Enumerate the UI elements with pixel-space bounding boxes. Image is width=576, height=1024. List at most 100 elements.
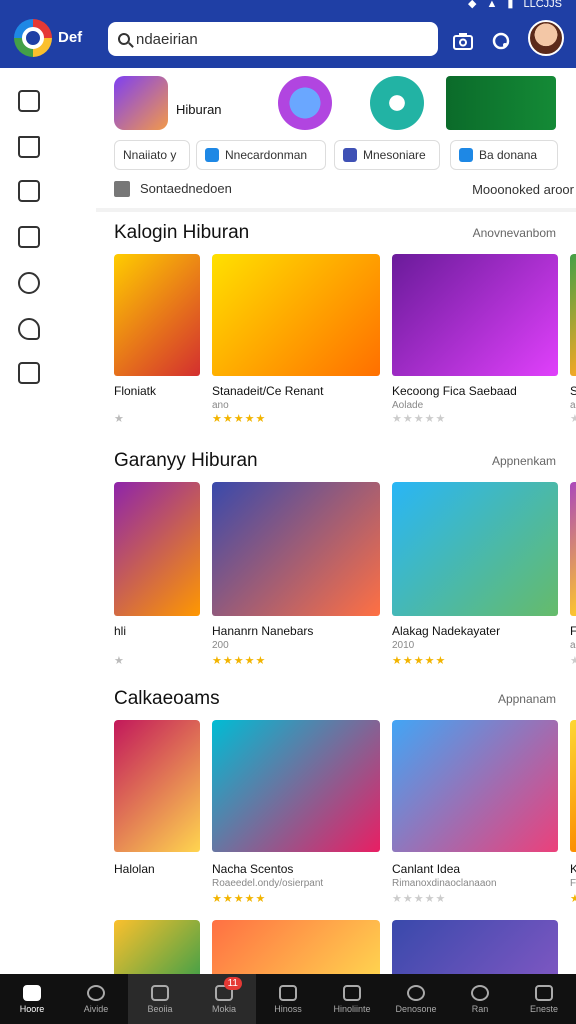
- game-icon: [151, 984, 169, 1001]
- game-rating: ★★★★★: [392, 413, 447, 425]
- circle-icon: [471, 984, 489, 1001]
- section-title: Garanyy Hiburan: [114, 450, 258, 471]
- game-card[interactable]: [392, 920, 558, 974]
- side-nav: [0, 68, 60, 974]
- person-icon: [343, 984, 361, 1001]
- game-card[interactable]: Canlant Idea Rimanoxdinaoclanaaon ★★★★★: [392, 720, 558, 916]
- featured-avatar-image[interactable]: [114, 76, 168, 130]
- section-3: Calkaeoams Appnanam Halolan Nacha Scento…: [96, 688, 576, 974]
- tab-label: Hinoss: [274, 1003, 302, 1014]
- chip-label: Ba donana: [479, 148, 538, 162]
- filter-chips: Nnaiiato y Nnecardonman Mnesoniare Ba do…: [114, 140, 574, 170]
- tab-home[interactable]: Hoore: [0, 974, 64, 1024]
- tab-3[interactable]: Mokia 11: [192, 974, 256, 1024]
- section-more-link[interactable]: Appnenkam: [492, 454, 556, 468]
- info-icon: [87, 984, 105, 1001]
- game-title: Kecoong Fica Saebaad: [392, 384, 517, 398]
- chip-0[interactable]: Nnaiiato y: [114, 140, 190, 170]
- game-thumbnail: [114, 254, 200, 376]
- game-rating: ★★★★★: [212, 413, 267, 425]
- game-card-partial[interactable]: K F ★: [570, 720, 576, 916]
- game-thumbnail: [212, 254, 380, 376]
- signal-icon: ▲: [486, 0, 498, 10]
- battery-icon: ▮: [507, 0, 514, 10]
- tab-2[interactable]: Beoiia: [128, 974, 192, 1024]
- game-card-partial[interactable]: S ae ★: [570, 254, 576, 440]
- game-subtitle: Roaeedel.ondy/osierpant: [212, 878, 324, 889]
- tab-label: Aivide: [83, 1003, 109, 1014]
- wifi-icon: ◆: [468, 0, 477, 10]
- home-icon[interactable]: [18, 136, 40, 158]
- search-icon: [118, 33, 130, 45]
- game-card[interactable]: Hananrn Nanebars 200 ★★★★★: [212, 482, 380, 678]
- chip-1[interactable]: Nnecardonman: [196, 140, 326, 170]
- section-more-link[interactable]: Anovnevanbom: [473, 226, 556, 240]
- game-rating: ★★★★★: [392, 893, 447, 905]
- search-person-icon[interactable]: [18, 318, 40, 340]
- tab-label: Mokia: [211, 1003, 236, 1014]
- tab-1[interactable]: Aivide: [64, 974, 128, 1024]
- section-1: Kalogin Hiburan Anovnevanbom Floniatk ★ …: [96, 222, 576, 442]
- section-title: Calkaeoams: [114, 688, 220, 709]
- game-title: S: [570, 384, 576, 398]
- calendar-icon[interactable]: [18, 226, 40, 248]
- tab-8[interactable]: Eneste: [512, 974, 576, 1024]
- info-icon: [114, 181, 130, 198]
- game-card[interactable]: [212, 920, 380, 974]
- notice-row: Sontaednedoen Mooonoked aroor: [114, 176, 574, 202]
- briefcase-icon: [279, 984, 297, 1001]
- game-card[interactable]: Halolan: [114, 720, 200, 916]
- game-card[interactable]: Nacha Scentos Roaeedel.ondy/osierpant ★★…: [212, 720, 380, 916]
- camera-icon[interactable]: [452, 30, 474, 52]
- game-card[interactable]: Floniatk ★: [114, 254, 200, 440]
- featured-app-icon-1[interactable]: [278, 76, 332, 130]
- game-title: Halolan: [114, 862, 155, 876]
- notice-right-link[interactable]: Mooonoked aroor: [472, 182, 574, 197]
- tab-6[interactable]: Denosone: [384, 974, 448, 1024]
- home-icon: [23, 984, 41, 1001]
- featured-banner-image[interactable]: [446, 76, 556, 130]
- search-box[interactable]: [108, 22, 438, 56]
- game-rating: ★★★★★: [392, 655, 447, 667]
- tab-label: Hinoliinte: [333, 1003, 371, 1014]
- game-card[interactable]: Kecoong Fica Saebaad Aolade ★★★★★: [392, 254, 558, 440]
- tab-4[interactable]: Hinoss: [256, 974, 320, 1024]
- chip-2[interactable]: Mnesoniare: [334, 140, 440, 170]
- section-more-link[interactable]: Appnanam: [498, 692, 556, 706]
- game-thumbnail: [570, 720, 576, 852]
- game-subtitle: ano: [212, 400, 229, 411]
- bag-icon[interactable]: [18, 362, 40, 384]
- game-title: K: [570, 862, 576, 876]
- search-icon: [407, 984, 425, 1001]
- featured-label[interactable]: Hiburan: [176, 102, 222, 117]
- tab-5[interactable]: Hinoliinte: [320, 974, 384, 1024]
- status-bar: ◆ ▲ ▮ LLCJJS: [0, 0, 576, 12]
- game-card[interactable]: Stanadeit/Ce Renant ano ★★★★★: [212, 254, 380, 440]
- notification-icon[interactable]: [490, 30, 512, 52]
- game-card[interactable]: hli ★: [114, 482, 200, 678]
- section-2: Garanyy Hiburan Appnenkam hli ★ Hananrn …: [96, 450, 576, 680]
- game-title: hli: [114, 624, 127, 638]
- game-thumbnail: [114, 482, 200, 616]
- chip-icon: [459, 148, 473, 162]
- featured-app-icon-2[interactable]: [370, 76, 424, 130]
- game-card[interactable]: Alakag Nadekayater 2010 ★★★★★: [392, 482, 558, 678]
- inbox-icon[interactable]: [18, 180, 40, 202]
- grid-icon[interactable]: [18, 90, 40, 112]
- game-rating: ★: [114, 413, 125, 425]
- app-bar: Def: [0, 12, 576, 68]
- divider: [96, 208, 576, 212]
- chip-3[interactable]: Ba donana: [450, 140, 558, 170]
- game-card[interactable]: [114, 920, 200, 974]
- search-input[interactable]: [136, 30, 416, 48]
- tab-7[interactable]: Ran: [448, 974, 512, 1024]
- game-subtitle: Aolade: [392, 400, 424, 411]
- gauge-icon[interactable]: [18, 272, 40, 294]
- app-logo-icon[interactable]: [14, 19, 52, 57]
- game-rating: ★★★★★: [212, 893, 267, 905]
- game-thumbnail: [570, 254, 576, 376]
- avatar[interactable]: [528, 20, 564, 56]
- game-thumbnail: [392, 720, 558, 852]
- game-rating: ★: [570, 655, 576, 667]
- game-card-partial[interactable]: F ao ★: [570, 482, 576, 678]
